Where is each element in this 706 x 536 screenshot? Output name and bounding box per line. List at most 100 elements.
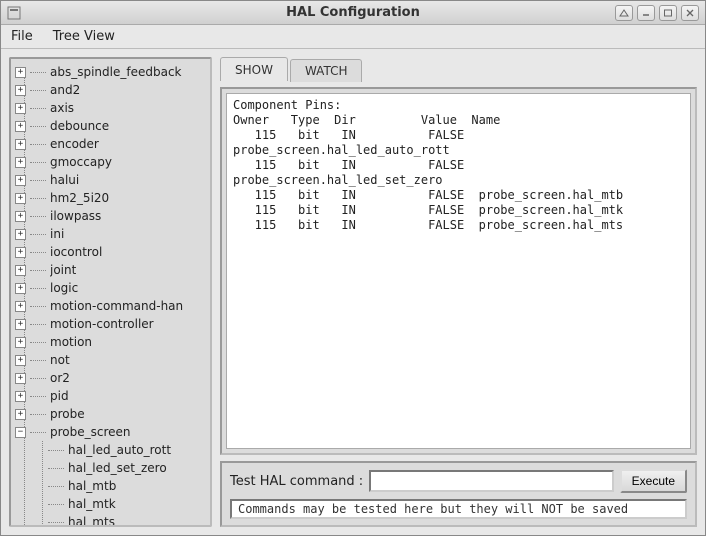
expand-icon[interactable]: + bbox=[15, 121, 26, 132]
command-label: Test HAL command : bbox=[230, 474, 363, 489]
expand-icon[interactable]: + bbox=[15, 193, 26, 204]
tree-node[interactable]: + hm2_5i20 bbox=[15, 189, 206, 207]
tree-label[interactable]: debounce bbox=[50, 117, 109, 135]
tree-label[interactable]: motion-controller bbox=[50, 315, 154, 333]
component-tree: + abs_spindle_feedback + and2 + axis + debounce… bbox=[15, 63, 206, 527]
right-panel: SHOW WATCH Component Pins: Owner Type Di… bbox=[220, 57, 697, 527]
tab-watch[interactable]: WATCH bbox=[290, 59, 363, 82]
tab-show[interactable]: SHOW bbox=[220, 57, 288, 81]
menubar: File Tree View bbox=[1, 25, 705, 49]
tree-label[interactable]: hal_led_auto_rott bbox=[68, 441, 171, 459]
tree-label[interactable]: encoder bbox=[50, 135, 99, 153]
app-window: HAL Configuration File Tree View + abs_sp… bbox=[0, 0, 706, 536]
content-area: + abs_spindle_feedback + and2 + axis + debounce… bbox=[1, 49, 705, 535]
tree-node[interactable]: + not bbox=[15, 351, 206, 369]
window-title: HAL Configuration bbox=[286, 5, 420, 20]
tree-node[interactable]: + probe bbox=[15, 405, 206, 423]
output-frame: Component Pins: Owner Type Dir Value Nam… bbox=[220, 87, 697, 455]
command-input[interactable] bbox=[369, 470, 613, 492]
tree-label[interactable]: axis bbox=[50, 99, 74, 117]
tree-node[interactable]: + iocontrol bbox=[15, 243, 206, 261]
tree-node[interactable]: + gmoccapy bbox=[15, 153, 206, 171]
expand-icon[interactable]: + bbox=[15, 373, 26, 384]
expand-icon[interactable]: + bbox=[15, 355, 26, 366]
tree-label[interactable]: probe bbox=[50, 405, 85, 423]
expand-icon[interactable]: + bbox=[15, 229, 26, 240]
tree-label[interactable]: ilowpass bbox=[50, 207, 101, 225]
minimize-icon[interactable] bbox=[637, 5, 655, 21]
tree-label[interactable]: not bbox=[50, 351, 70, 369]
expand-icon[interactable]: + bbox=[15, 211, 26, 222]
expand-icon[interactable]: + bbox=[15, 175, 26, 186]
tabs: SHOW WATCH bbox=[220, 57, 697, 81]
tree-label[interactable]: motion-command-han bbox=[50, 297, 183, 315]
tree-node[interactable]: + logic bbox=[15, 279, 206, 297]
tree-node[interactable]: + debounce bbox=[15, 117, 206, 135]
collapse-icon[interactable]: − bbox=[15, 427, 26, 438]
tree-node[interactable]: + axis bbox=[15, 99, 206, 117]
tree-panel: + abs_spindle_feedback + and2 + axis + debounce… bbox=[9, 57, 212, 527]
expand-icon[interactable]: + bbox=[15, 283, 26, 294]
tree-label[interactable]: halui bbox=[50, 171, 79, 189]
command-frame: Test HAL command : Execute Commands may … bbox=[220, 461, 697, 527]
tree-label[interactable]: hm2_5i20 bbox=[50, 189, 109, 207]
tree-node[interactable]: + and2 bbox=[15, 81, 206, 99]
titlebar: HAL Configuration bbox=[1, 1, 705, 25]
expand-icon[interactable]: + bbox=[15, 301, 26, 312]
tree-leaf[interactable]: hal_led_auto_rott bbox=[15, 441, 206, 459]
tree-label[interactable]: gmoccapy bbox=[50, 153, 112, 171]
tree-label[interactable]: and2 bbox=[50, 81, 80, 99]
tree-node[interactable]: + motion-command-han bbox=[15, 297, 206, 315]
menu-file[interactable]: File bbox=[7, 27, 37, 46]
expand-icon[interactable]: + bbox=[15, 85, 26, 96]
expand-icon[interactable]: + bbox=[15, 157, 26, 168]
tree-label[interactable]: iocontrol bbox=[50, 243, 102, 261]
expand-icon[interactable]: + bbox=[15, 391, 26, 402]
expand-icon[interactable]: + bbox=[15, 409, 26, 420]
tree-node[interactable]: + joint bbox=[15, 261, 206, 279]
app-icon bbox=[7, 6, 21, 20]
tree-label[interactable]: probe_screen bbox=[50, 423, 131, 441]
maximize-icon[interactable] bbox=[659, 5, 677, 21]
expand-icon[interactable]: + bbox=[15, 139, 26, 150]
tree-label[interactable]: motion bbox=[50, 333, 92, 351]
tree-node[interactable]: + motion bbox=[15, 333, 206, 351]
tree-label[interactable]: logic bbox=[50, 279, 78, 297]
command-status: Commands may be tested here but they wil… bbox=[230, 499, 687, 519]
tree-leaf[interactable]: hal_mts bbox=[15, 513, 206, 527]
window-controls bbox=[615, 5, 699, 21]
command-row: Test HAL command : Execute bbox=[230, 469, 687, 493]
expand-icon[interactable]: + bbox=[15, 265, 26, 276]
tree-node[interactable]: + ilowpass bbox=[15, 207, 206, 225]
tree-node[interactable]: + halui bbox=[15, 171, 206, 189]
tree-node[interactable]: + motion-controller bbox=[15, 315, 206, 333]
tree-label[interactable]: pid bbox=[50, 387, 69, 405]
tree-node[interactable]: − probe_screen bbox=[15, 423, 206, 441]
tree-label[interactable]: hal_mtk bbox=[68, 495, 116, 513]
expand-icon[interactable]: + bbox=[15, 103, 26, 114]
expand-icon[interactable]: + bbox=[15, 247, 26, 258]
tree-node[interactable]: + or2 bbox=[15, 369, 206, 387]
tree-label[interactable]: or2 bbox=[50, 369, 70, 387]
tree-label[interactable]: ini bbox=[50, 225, 64, 243]
tree-leaf[interactable]: hal_mtk bbox=[15, 495, 206, 513]
tree-label[interactable]: hal_mtb bbox=[68, 477, 116, 495]
output-text[interactable]: Component Pins: Owner Type Dir Value Nam… bbox=[226, 93, 691, 449]
expand-icon[interactable]: + bbox=[15, 319, 26, 330]
tree-label[interactable]: joint bbox=[50, 261, 76, 279]
tree-node[interactable]: + abs_spindle_feedback bbox=[15, 63, 206, 81]
restore-icon[interactable] bbox=[615, 5, 633, 21]
tree-label[interactable]: hal_led_set_zero bbox=[68, 459, 167, 477]
tree-node[interactable]: + encoder bbox=[15, 135, 206, 153]
tree-leaf[interactable]: hal_mtb bbox=[15, 477, 206, 495]
menu-treeview[interactable]: Tree View bbox=[49, 27, 119, 46]
expand-icon[interactable]: + bbox=[15, 337, 26, 348]
tree-node[interactable]: + pid bbox=[15, 387, 206, 405]
tree-label[interactable]: hal_mts bbox=[68, 513, 115, 527]
tree-label[interactable]: abs_spindle_feedback bbox=[50, 63, 182, 81]
tree-node[interactable]: + ini bbox=[15, 225, 206, 243]
close-icon[interactable] bbox=[681, 5, 699, 21]
execute-button[interactable]: Execute bbox=[620, 469, 687, 493]
tree-leaf[interactable]: hal_led_set_zero bbox=[15, 459, 206, 477]
expand-icon[interactable]: + bbox=[15, 67, 26, 78]
